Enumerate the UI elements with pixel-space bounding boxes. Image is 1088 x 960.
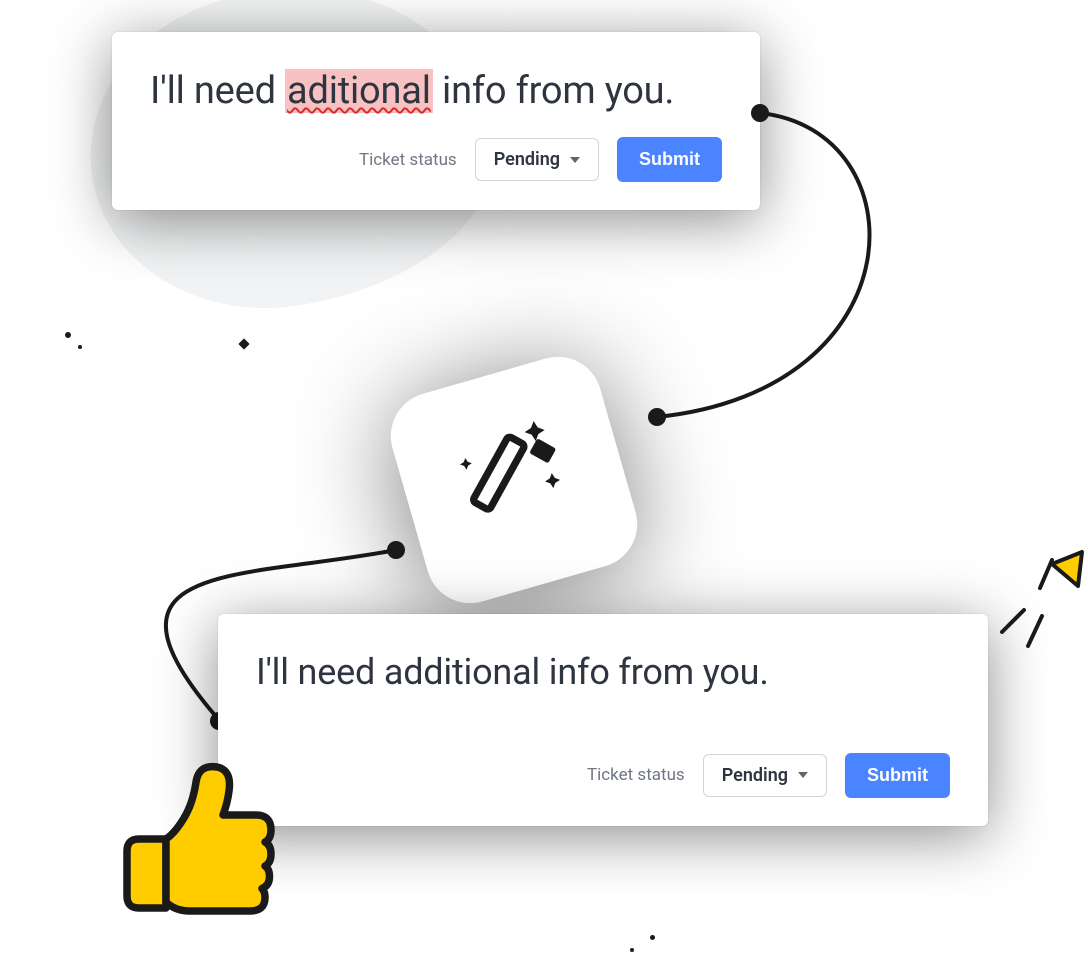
chevron-down-icon [798, 772, 808, 778]
deco-dot [630, 948, 634, 952]
deco-dot [78, 345, 82, 349]
submit-button[interactable]: Submit [845, 753, 950, 798]
connector-node [648, 408, 666, 426]
ticket-status-value: Pending [494, 149, 560, 170]
sentence-suffix: info from you. [433, 69, 674, 113]
submit-button[interactable]: Submit [617, 137, 722, 182]
magic-wand-icon [440, 406, 588, 554]
magic-wand-tile [380, 346, 648, 614]
deco-dot [650, 935, 655, 940]
thumbs-up-icon [106, 746, 286, 926]
misspelled-word: aditional [285, 69, 433, 113]
ticket-status-value: Pending [722, 765, 788, 786]
ticket-status-select[interactable]: Pending [475, 138, 599, 181]
sentence-after: I'll need additional info from you. [256, 648, 950, 697]
card-actions: Ticket status Pending Submit [150, 137, 722, 182]
sentence-before: I'll need aditional info from you. [150, 66, 722, 117]
ticket-status-label: Ticket status [359, 150, 457, 170]
card-after: I'll need additional info from you. Tick… [218, 614, 988, 826]
ticket-status-label: Ticket status [587, 765, 685, 785]
sentence-prefix: I'll need [150, 69, 285, 113]
deco-dot [238, 338, 249, 349]
deco-dot [65, 332, 71, 338]
connector-node [387, 541, 405, 559]
spark-lines-icon [982, 546, 1088, 666]
connector-node [751, 104, 769, 122]
card-before: I'll need aditional info from you. Ticke… [112, 32, 760, 210]
ticket-status-select[interactable]: Pending [703, 754, 827, 797]
chevron-down-icon [570, 157, 580, 163]
card-actions: Ticket status Pending Submit [256, 753, 950, 798]
